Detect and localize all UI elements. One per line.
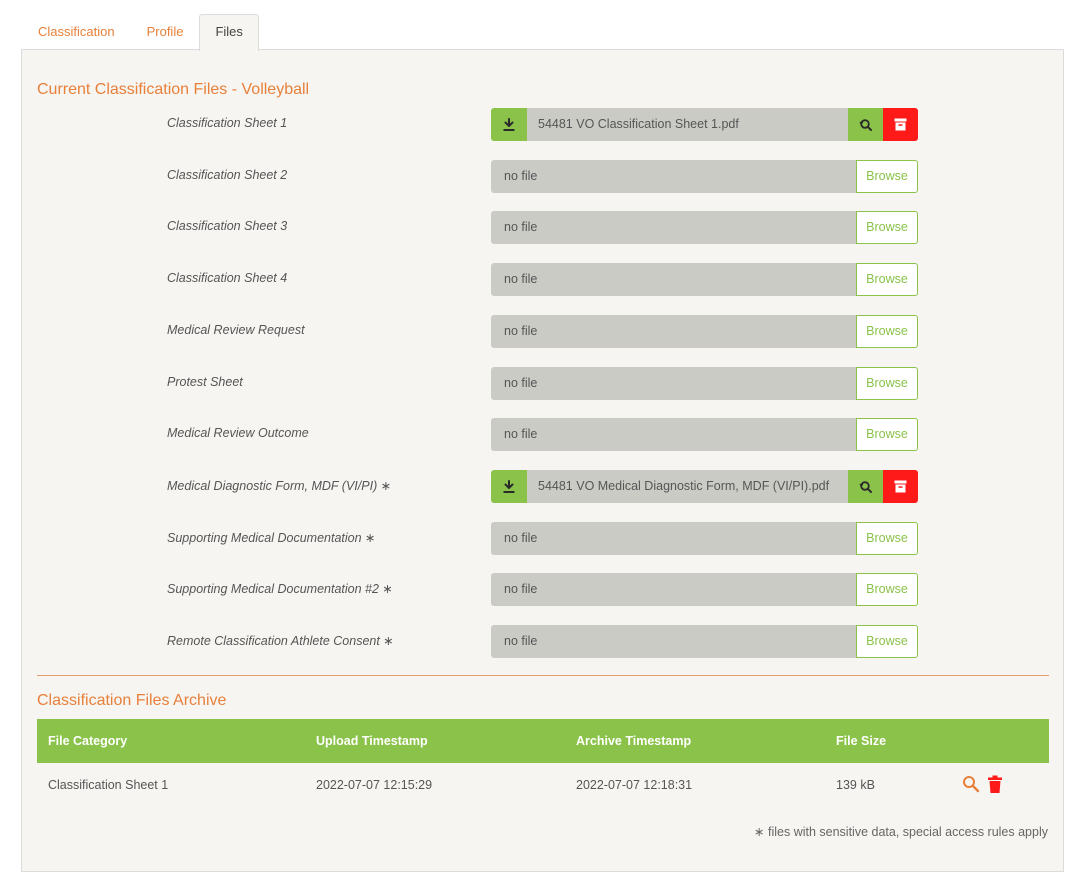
file-row-label: Medical Diagnostic Form, MDF (VI/PI) ∗ bbox=[167, 478, 392, 493]
file-row: Medical Review Outcome no file Browse bbox=[22, 417, 1065, 452]
search-icon[interactable] bbox=[962, 775, 980, 793]
file-name-empty: no file bbox=[491, 521, 856, 555]
file-row-label: Classification Sheet 1 bbox=[167, 116, 288, 130]
file-row-label: Supporting Medical Documentation ∗ bbox=[167, 530, 376, 545]
file-row: Medical Diagnostic Form, MDF (VI/PI) ∗ 54… bbox=[22, 469, 1065, 503]
files-panel: Current Classification Files - Volleybal… bbox=[21, 49, 1064, 872]
col-file-category: File Category bbox=[48, 734, 128, 748]
file-row: Supporting Medical Documentation #2 ∗ no … bbox=[22, 572, 1065, 607]
tab-profile[interactable]: Profile bbox=[131, 14, 200, 50]
sensitive-data-footnote: ∗ files with sensitive data, special acc… bbox=[754, 825, 1048, 839]
file-name-empty: no file bbox=[491, 625, 856, 658]
browse-button[interactable]: Browse bbox=[856, 625, 918, 658]
archive-upload: 2022-07-07 12:15:29 bbox=[316, 778, 433, 792]
tab-classification[interactable]: Classification bbox=[22, 14, 131, 50]
archive-row-actions bbox=[962, 775, 1002, 793]
file-name-empty: no file bbox=[491, 263, 856, 297]
file-name-empty: no file bbox=[491, 366, 856, 400]
file-row-label: Protest Sheet bbox=[167, 374, 243, 389]
file-name-empty: no file bbox=[491, 159, 856, 193]
file-row-label: Medical Review Outcome bbox=[167, 426, 309, 441]
file-row-label: Medical Review Request bbox=[167, 322, 305, 337]
browse-button[interactable]: Browse bbox=[856, 418, 918, 452]
archive-size: 139 kB bbox=[836, 778, 875, 792]
file-row-label: Classification Sheet 4 bbox=[167, 271, 288, 286]
archive-title: Classification Files Archive bbox=[37, 692, 227, 709]
file-name: 54481 VO Medical Diagnostic Form, MDF (V… bbox=[527, 469, 848, 503]
browse-button[interactable]: Browse bbox=[856, 314, 918, 348]
file-field: no file Browse bbox=[491, 625, 918, 658]
replace-icon[interactable] bbox=[848, 469, 883, 503]
browse-button[interactable]: Browse bbox=[856, 366, 918, 400]
tab-files[interactable]: Files bbox=[199, 14, 259, 51]
file-row: Classification Sheet 1 54481 VO Classific… bbox=[22, 107, 1065, 141]
file-field: 54481 VO Classification Sheet 1.pdf bbox=[491, 108, 918, 141]
file-name-empty: no file bbox=[491, 314, 856, 348]
browse-button[interactable]: Browse bbox=[856, 159, 918, 193]
file-field: 54481 VO Medical Diagnostic Form, MDF (V… bbox=[491, 469, 918, 503]
browse-button[interactable]: Browse bbox=[856, 521, 918, 555]
file-field: no file Browse bbox=[491, 573, 918, 607]
file-name-empty: no file bbox=[491, 573, 856, 607]
file-name-empty: no file bbox=[491, 418, 856, 452]
replace-icon[interactable] bbox=[848, 108, 883, 141]
archive-delete-icon[interactable] bbox=[883, 108, 918, 141]
trash-icon[interactable] bbox=[988, 775, 1002, 793]
archive-table: File Category Upload Timestamp Archive T… bbox=[37, 719, 1049, 807]
browse-button[interactable]: Browse bbox=[856, 263, 918, 297]
file-field: no file Browse bbox=[491, 366, 918, 400]
file-field: no file Browse bbox=[491, 521, 918, 555]
file-row: Classification Sheet 3 no file Browse bbox=[22, 210, 1065, 245]
file-field: no file Browse bbox=[491, 211, 918, 245]
file-row-label: Remote Classification Athlete Consent ∗ bbox=[167, 634, 394, 648]
archive-category: Classification Sheet 1 bbox=[48, 778, 169, 792]
col-file-size: File Size bbox=[836, 734, 887, 748]
file-row: Protest Sheet no file Browse bbox=[22, 366, 1065, 400]
tab-bar: Classification Profile Files bbox=[22, 14, 259, 51]
file-row-label: Classification Sheet 3 bbox=[167, 219, 288, 234]
file-field: no file Browse bbox=[491, 418, 918, 452]
file-name-empty: no file bbox=[491, 211, 856, 245]
current-files-title: Current Classification Files - Volleybal… bbox=[37, 81, 310, 98]
col-upload-timestamp: Upload Timestamp bbox=[316, 734, 428, 748]
archive-table-header: File Category Upload Timestamp Archive T… bbox=[37, 719, 1049, 763]
file-field: no file Browse bbox=[491, 314, 918, 348]
col-archive-timestamp: Archive Timestamp bbox=[576, 734, 692, 748]
archive-archived: 2022-07-07 12:18:31 bbox=[576, 778, 693, 792]
table-row: Classification Sheet 1 2022-07-07 12:15:… bbox=[37, 763, 1049, 807]
browse-button[interactable]: Browse bbox=[856, 573, 918, 607]
file-row-label: Supporting Medical Documentation #2 ∗ bbox=[167, 582, 393, 597]
file-row: Supporting Medical Documentation ∗ no fil… bbox=[22, 521, 1065, 555]
browse-button[interactable]: Browse bbox=[856, 211, 918, 245]
file-name: 54481 VO Classification Sheet 1.pdf bbox=[527, 108, 848, 141]
file-field: no file Browse bbox=[491, 263, 918, 297]
download-icon[interactable] bbox=[491, 469, 527, 503]
file-field: no file Browse bbox=[491, 159, 918, 193]
file-row: Medical Review Request no file Browse bbox=[22, 314, 1065, 348]
section-divider bbox=[37, 675, 1049, 676]
file-row: Classification Sheet 2 no file Browse bbox=[22, 159, 1065, 193]
file-row: Remote Classification Athlete Consent ∗ n… bbox=[22, 624, 1065, 658]
file-row: Classification Sheet 4 no file Browse bbox=[22, 262, 1065, 297]
file-row-label: Classification Sheet 2 bbox=[167, 167, 288, 182]
archive-delete-icon[interactable] bbox=[883, 469, 918, 503]
download-icon[interactable] bbox=[491, 108, 527, 141]
